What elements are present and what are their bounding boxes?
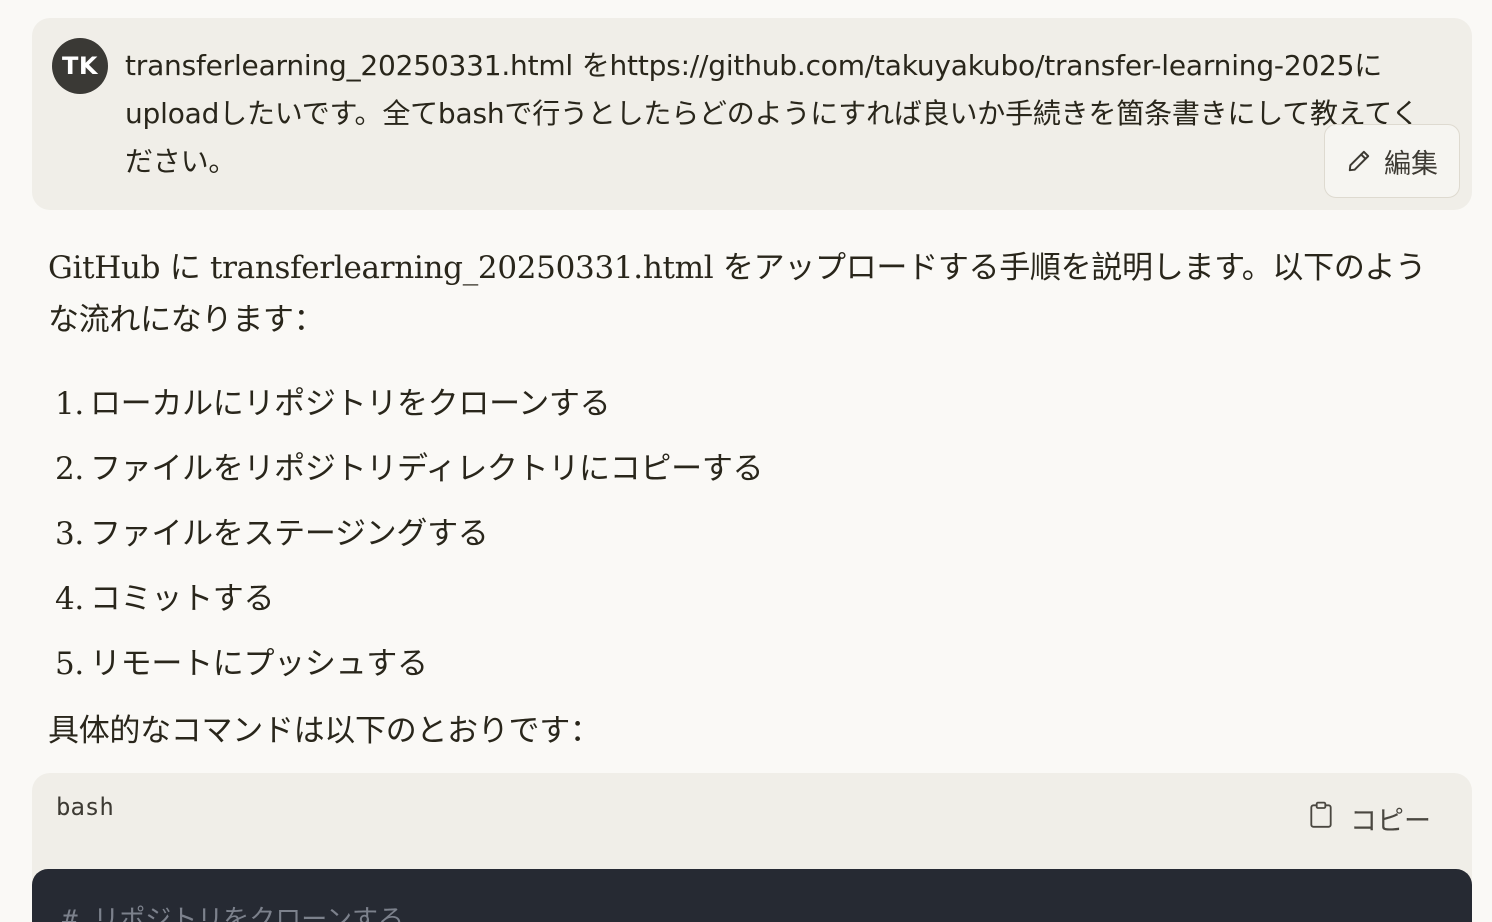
pencil-icon [1346,148,1372,174]
steps-list: 1. ローカルにリポジトリをクローンする 2. ファイルをリポジトリディレクトリにコ… [48,372,1428,697]
edit-button-label: 編集 [1384,148,1438,180]
commands-intro: 具体的なコマンドは以下のとおりです： [48,713,601,749]
assistant-message: GitHub に transferlearning_20250331.html … [48,242,1428,757]
clipboard-icon [1308,801,1334,836]
code-block: bash コピー # リポジトリをクローンする [32,773,1472,922]
copy-button-label: コピー [1350,806,1431,837]
code-body[interactable]: # リポジトリをクローンする [32,869,1472,922]
list-item: 4. コミットする [55,581,275,617]
edit-button[interactable]: 編集 [1324,124,1460,198]
user-avatar: TK [52,38,108,94]
code-language-label: bash [56,793,114,821]
copy-button[interactable]: コピー [1308,799,1431,838]
list-item: 3. ファイルをステージングする [55,516,489,552]
assistant-intro: GitHub に transferlearning_20250331.html … [48,250,1426,338]
code-comment-line: # リポジトリをクローンする [62,905,405,922]
list-item: 2. ファイルをリポジトリディレクトリにコピーする [55,451,764,487]
user-message: TK transferlearning_20250331.html をhttps… [32,18,1472,210]
list-item: 1. ローカルにリポジトリをクローンする [55,386,611,422]
list-item: 5. リモートにプッシュする [55,646,428,682]
user-message-text: transferlearning_20250331.html をhttps://… [125,49,1419,178]
